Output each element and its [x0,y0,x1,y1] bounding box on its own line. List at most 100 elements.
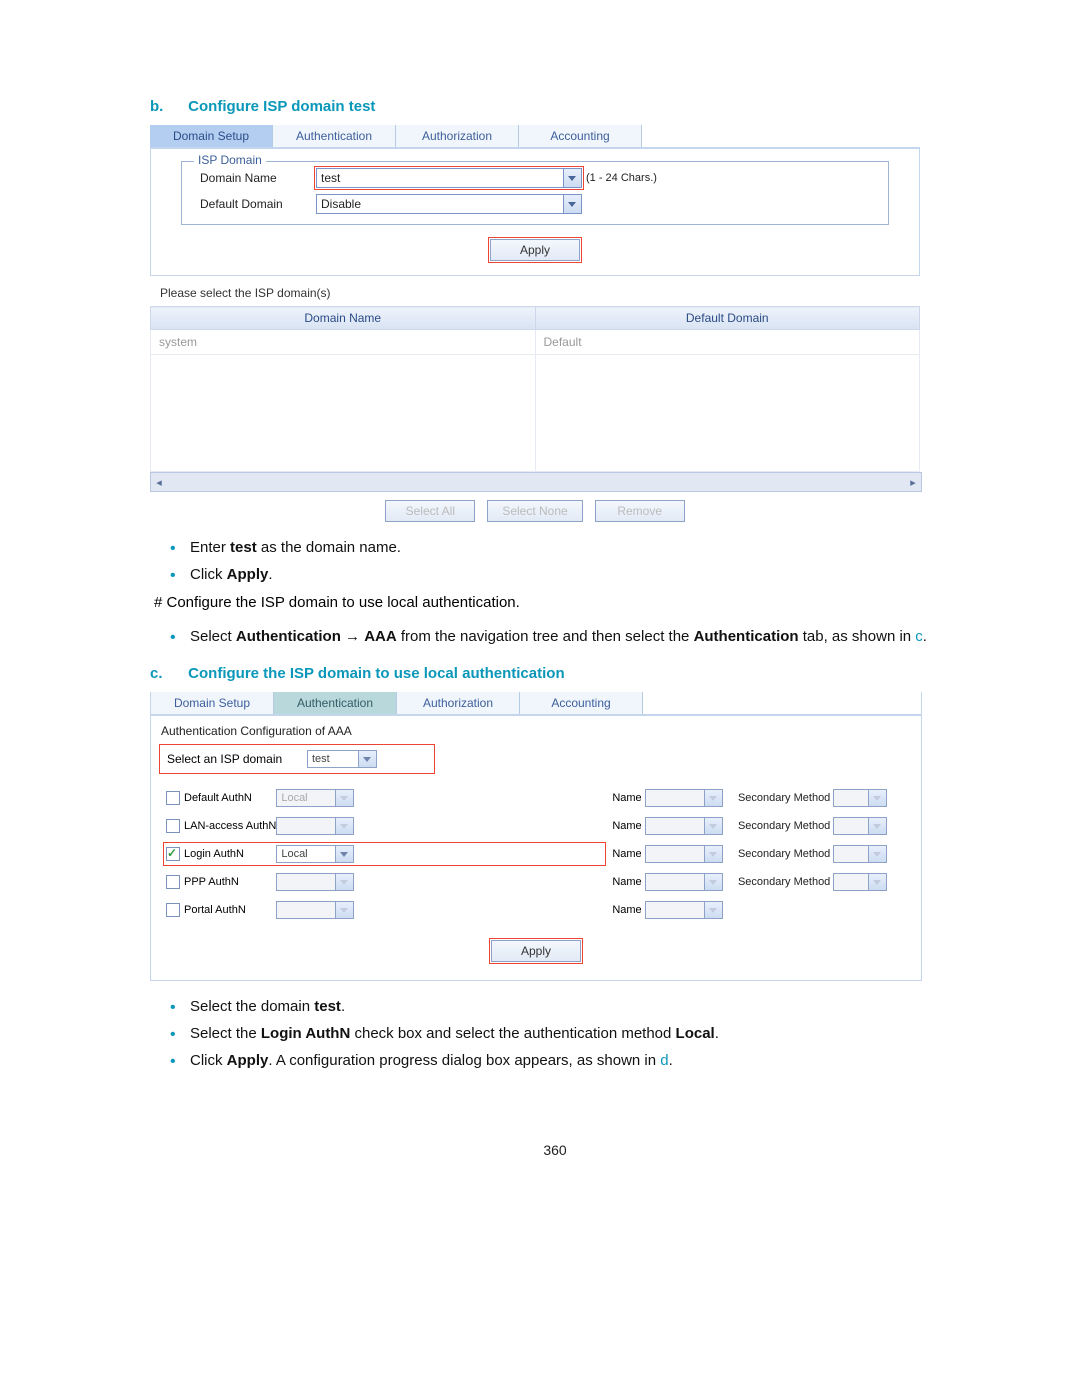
authn-row: Portal AuthNName [161,898,901,922]
domain-name-label: Domain Name [200,171,316,185]
tab-accounting[interactable]: Accounting [519,125,642,147]
tab-row-b: Domain SetupAuthenticationAuthorizationA… [151,692,921,714]
method-input[interactable] [276,873,336,891]
authn-checkbox[interactable] [166,847,180,861]
secondary-combo[interactable] [833,817,887,835]
name-input[interactable] [645,789,705,807]
secondary-combo[interactable] [833,789,887,807]
domain-name-input[interactable] [316,168,564,188]
list-item: Select the domain test. [190,997,960,1017]
name-combo[interactable] [645,817,723,835]
chevron-down-icon[interactable] [336,901,354,919]
chevron-down-icon[interactable] [869,845,887,863]
select-isp-input[interactable] [307,750,359,768]
authn-checkbox[interactable] [166,819,180,833]
method-input[interactable] [276,789,336,807]
default-domain-label: Default Domain [200,197,316,211]
chevron-down-icon[interactable] [705,873,723,891]
chevron-down-icon[interactable] [336,845,354,863]
method-input[interactable] [276,845,336,863]
remove-button[interactable]: Remove [595,500,685,522]
tab-authentication[interactable]: Authentication [273,125,396,147]
chevron-down-icon[interactable] [336,873,354,891]
default-domain-dropdown-icon[interactable] [564,194,582,214]
name-input[interactable] [645,873,705,891]
secondary-method-label: Secondary Method [738,876,830,888]
secondary-input[interactable] [833,817,869,835]
select-all-button[interactable]: Select All [385,500,475,522]
chevron-down-icon[interactable] [869,817,887,835]
chevron-down-icon[interactable] [336,789,354,807]
default-domain-input[interactable] [316,194,564,214]
authn-row: Default AuthNName Secondary Method [161,786,901,810]
name-input[interactable] [645,901,705,919]
isp-domain-table: Domain NameDefault Domain systemDefault [150,306,920,472]
method-combo[interactable] [276,873,354,891]
tab-authorization[interactable]: Authorization [397,692,520,714]
chevron-down-icon[interactable] [869,873,887,891]
method-combo[interactable] [276,789,354,807]
section-c-title: Configure the ISP domain to use local au… [188,665,564,682]
tab-authorization[interactable]: Authorization [396,125,519,147]
chevron-down-icon[interactable] [705,817,723,835]
name-input[interactable] [645,817,705,835]
chevron-down-icon[interactable] [336,817,354,835]
domain-name-combo[interactable] [316,168,582,188]
scroll-left-icon[interactable]: ◂ [151,476,167,489]
apply-button-a[interactable]: Apply [490,239,580,261]
secondary-input[interactable] [833,873,869,891]
section-c-heading: c. Configure the ISP domain to use local… [150,665,960,682]
section-c-marker: c. [150,665,184,682]
chevron-down-icon[interactable] [869,789,887,807]
select-isp-dropdown-icon[interactable] [359,750,377,768]
authn-checkbox[interactable] [166,903,180,917]
select-isp-combo[interactable] [307,750,377,768]
secondary-combo[interactable] [833,845,887,863]
domain-name-dropdown-icon[interactable] [564,168,582,188]
method-combo[interactable] [276,901,354,919]
secondary-input[interactable] [833,789,869,807]
name-label: Name [612,792,641,804]
secondary-input[interactable] [833,845,869,863]
name-combo[interactable] [645,845,723,863]
section-b-marker: b. [150,98,184,115]
tab-authentication[interactable]: Authentication [274,692,397,714]
select-isp-row: Select an ISP domain [161,746,433,772]
please-select-label: Please select the ISP domain(s) [160,286,920,300]
tab-row-a: Domain SetupAuthenticationAuthorizationA… [150,125,920,147]
tab-domain-setup[interactable]: Domain Setup [150,125,273,147]
apply-button-b[interactable]: Apply [491,940,581,962]
instructions-2: Select the domain test.Select the Login … [190,997,960,1072]
auth-config-header: Authentication Configuration of AAA [161,724,921,738]
table-header: Default Domain [535,307,920,330]
method-combo[interactable] [276,845,354,863]
default-domain-combo[interactable] [316,194,582,214]
method-combo[interactable] [276,817,354,835]
isp-domain-legend: ISP Domain [194,153,266,167]
secondary-combo[interactable] [833,873,887,891]
authn-row: Login AuthNName Secondary Method [161,842,901,866]
tab-domain-setup[interactable]: Domain Setup [151,692,274,714]
name-input[interactable] [645,845,705,863]
table-scrollbar[interactable]: ◂ ▸ [150,472,922,492]
authn-row: LAN-access AuthNName Secondary Method [161,814,901,838]
scroll-right-icon[interactable]: ▸ [905,476,921,489]
authn-checkbox[interactable] [166,791,180,805]
name-label: Name [612,848,641,860]
chevron-down-icon[interactable] [705,901,723,919]
list-item: Click Apply. A configuration progress di… [190,1051,960,1071]
chevron-down-icon[interactable] [705,789,723,807]
method-input[interactable] [276,901,336,919]
name-combo[interactable] [645,789,723,807]
select-none-button[interactable]: Select None [487,500,582,522]
method-input[interactable] [276,817,336,835]
authn-label: PPP AuthN [184,876,239,888]
authn-table: Default AuthNName Secondary Method LAN-a… [161,782,901,926]
table-row[interactable]: systemDefault [151,330,920,355]
secondary-method-label: Secondary Method [738,820,830,832]
chevron-down-icon[interactable] [705,845,723,863]
authn-checkbox[interactable] [166,875,180,889]
name-combo[interactable] [645,873,723,891]
name-combo[interactable] [645,901,723,919]
tab-accounting[interactable]: Accounting [520,692,643,714]
